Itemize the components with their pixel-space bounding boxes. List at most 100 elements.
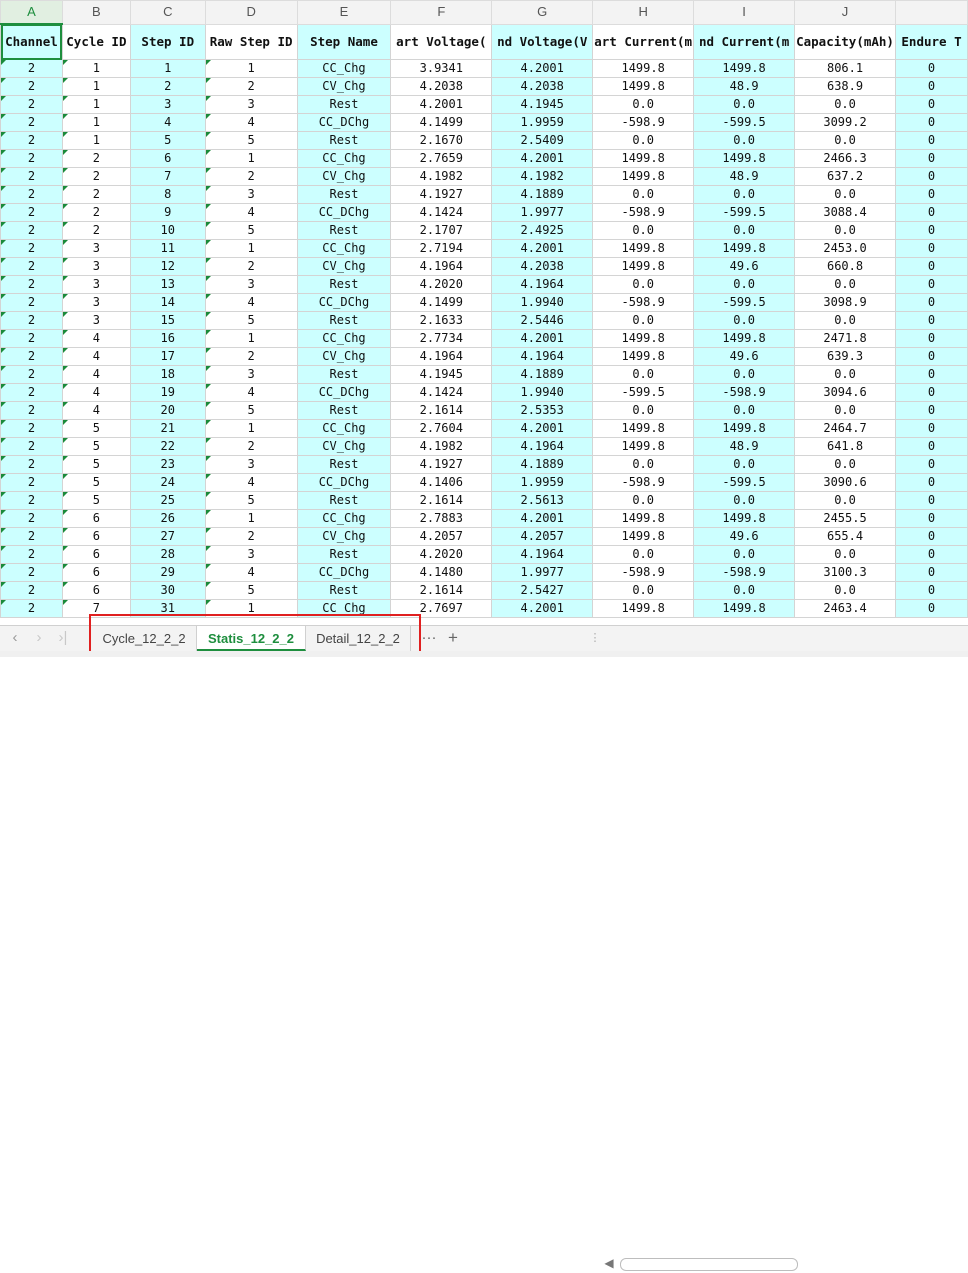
table-cell[interactable]: 2.4925	[491, 221, 594, 240]
table-cell[interactable]: 5	[204, 581, 298, 600]
table-cell[interactable]: 4.2001	[491, 149, 594, 168]
table-cell[interactable]: 23	[129, 455, 206, 474]
table-cell[interactable]: 0.0	[794, 491, 897, 510]
table-cell[interactable]: 4.1406	[390, 473, 493, 492]
table-cell[interactable]: 2	[204, 347, 298, 366]
table-cell[interactable]: 0	[895, 473, 968, 492]
table-cell[interactable]: 3.9341	[390, 59, 493, 78]
table-cell[interactable]: 0	[895, 347, 968, 366]
table-cell[interactable]: 2	[0, 347, 63, 366]
table-cell[interactable]: 2.1707	[390, 221, 493, 240]
table-cell[interactable]: 27	[129, 527, 206, 546]
table-cell[interactable]: 2	[0, 455, 63, 474]
table-cell[interactable]: 1499.8	[693, 239, 796, 258]
table-cell[interactable]: 22	[129, 437, 206, 456]
table-cell[interactable]: 28	[129, 545, 206, 564]
table-cell[interactable]: 1499.8	[693, 59, 796, 78]
table-cell[interactable]: 2	[0, 113, 63, 132]
table-cell[interactable]: 1	[204, 149, 298, 168]
table-cell[interactable]: 0.0	[794, 545, 897, 564]
table-cell[interactable]: 0.0	[592, 95, 695, 114]
table-cell[interactable]: 5	[204, 311, 298, 330]
header-cell[interactable]: Endure T	[895, 23, 968, 60]
table-cell[interactable]: 2.5446	[491, 311, 594, 330]
table-cell[interactable]: 4.1889	[491, 455, 594, 474]
table-cell[interactable]: 1.9959	[491, 473, 594, 492]
table-cell[interactable]: 4.1982	[390, 167, 493, 186]
table-cell[interactable]: Rest	[296, 311, 392, 330]
table-cell[interactable]: 48.9	[693, 437, 796, 456]
table-cell[interactable]: 0	[895, 221, 968, 240]
table-cell[interactable]: 0.0	[794, 581, 897, 600]
next-sheet-icon[interactable]: ›	[30, 628, 48, 648]
column-header-a[interactable]: A	[0, 0, 63, 25]
table-cell[interactable]: Rest	[296, 545, 392, 564]
table-cell[interactable]: 0	[895, 329, 968, 348]
table-cell[interactable]: 0.0	[592, 491, 695, 510]
table-cell[interactable]: 4.1499	[390, 113, 493, 132]
table-cell[interactable]: 2	[0, 293, 63, 312]
table-cell[interactable]: CC_DChg	[296, 203, 392, 222]
table-cell[interactable]: 4.2057	[491, 527, 594, 546]
table-cell[interactable]: 21	[129, 419, 206, 438]
table-cell[interactable]: 641.8	[794, 437, 897, 456]
table-cell[interactable]: 1499.8	[592, 599, 695, 618]
table-cell[interactable]: 4.1982	[491, 167, 594, 186]
table-cell[interactable]: 4.2038	[390, 77, 493, 96]
table-cell[interactable]: 2	[61, 221, 131, 240]
table-cell[interactable]: 0	[895, 581, 968, 600]
spreadsheet-grid[interactable]: A B C D E F G H I J Channel Cycle ID Step ID Raw Step…	[0, 0, 968, 625]
table-cell[interactable]: 3090.6	[794, 473, 897, 492]
table-cell[interactable]: 9	[129, 203, 206, 222]
table-cell[interactable]: 1499.8	[693, 599, 796, 618]
table-cell[interactable]: 0.0	[592, 131, 695, 150]
table-cell[interactable]: 4	[61, 401, 131, 420]
table-cell[interactable]: Rest	[296, 221, 392, 240]
table-cell[interactable]: 2	[0, 437, 63, 456]
table-cell[interactable]: 3	[204, 275, 298, 294]
table-cell[interactable]: 2	[0, 275, 63, 294]
table-cell[interactable]: 3098.9	[794, 293, 897, 312]
table-cell[interactable]: 1499.8	[592, 59, 695, 78]
table-cell[interactable]: 3094.6	[794, 383, 897, 402]
table-cell[interactable]: 0	[895, 131, 968, 150]
table-cell[interactable]: -599.5	[693, 203, 796, 222]
table-cell[interactable]: -599.5	[693, 473, 796, 492]
table-cell[interactable]: 1499.8	[592, 347, 695, 366]
column-header-f[interactable]: F	[390, 0, 493, 25]
table-cell[interactable]: CC_DChg	[296, 383, 392, 402]
table-cell[interactable]: 3	[61, 275, 131, 294]
table-cell[interactable]: 2	[0, 401, 63, 420]
table-cell[interactable]: 11	[129, 239, 206, 258]
table-cell[interactable]: 3088.4	[794, 203, 897, 222]
table-cell[interactable]: 2463.4	[794, 599, 897, 618]
table-cell[interactable]: Rest	[296, 455, 392, 474]
more-tabs-icon[interactable]: ···	[420, 628, 438, 648]
table-cell[interactable]: 2.7883	[390, 509, 493, 528]
header-cell[interactable]: Step ID	[129, 23, 206, 60]
table-cell[interactable]: CC_Chg	[296, 509, 392, 528]
table-cell[interactable]: 2466.3	[794, 149, 897, 168]
table-cell[interactable]: 3	[61, 239, 131, 258]
table-cell[interactable]: 1.9940	[491, 383, 594, 402]
table-cell[interactable]: 5	[204, 221, 298, 240]
table-cell[interactable]: 0	[895, 293, 968, 312]
table-cell[interactable]: 3	[204, 455, 298, 474]
table-cell[interactable]: 2.7194	[390, 239, 493, 258]
table-cell[interactable]: 2.1670	[390, 131, 493, 150]
header-cell[interactable]: art Voltage(	[390, 23, 493, 60]
table-cell[interactable]: 0	[895, 527, 968, 546]
column-header-i[interactable]: I	[693, 0, 796, 25]
table-cell[interactable]: 0.0	[693, 491, 796, 510]
table-cell[interactable]: 0.0	[592, 365, 695, 384]
table-cell[interactable]: 1	[204, 329, 298, 348]
table-cell[interactable]: 0.0	[794, 185, 897, 204]
last-sheet-icon[interactable]: ›|	[54, 628, 72, 648]
table-cell[interactable]: CC_DChg	[296, 293, 392, 312]
table-cell[interactable]: 0	[895, 113, 968, 132]
table-cell[interactable]: 2471.8	[794, 329, 897, 348]
table-cell[interactable]: CV_Chg	[296, 437, 392, 456]
table-cell[interactable]: 0.0	[794, 311, 897, 330]
table-cell[interactable]: 5	[61, 437, 131, 456]
table-cell[interactable]: 0	[895, 167, 968, 186]
